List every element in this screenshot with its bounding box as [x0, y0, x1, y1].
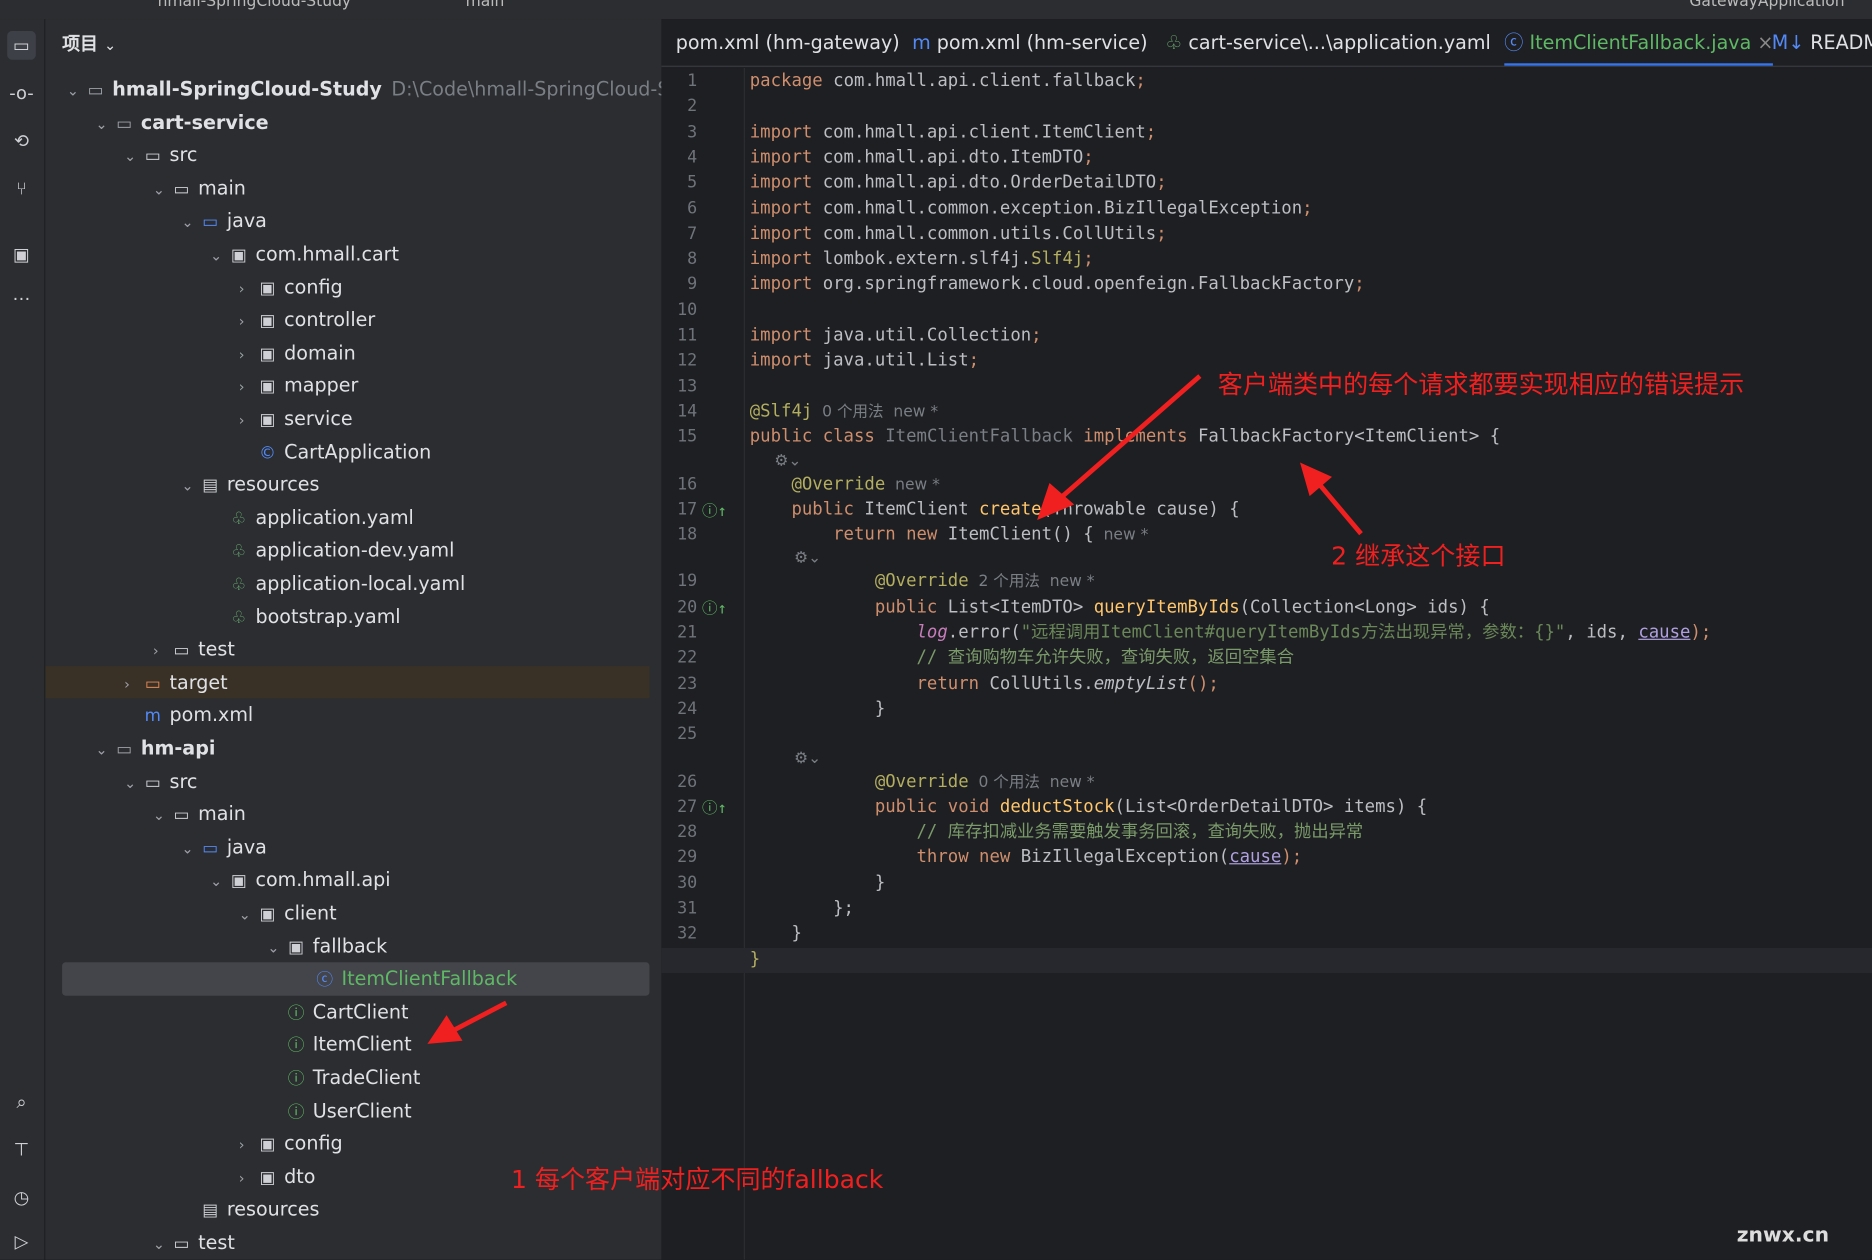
annotation-1: 客户端类中的每个请求都要实现相应的错误提示	[1217, 370, 1745, 399]
annotation-2: 2 继承这个接口	[1331, 542, 1506, 571]
ide-window: hmall-SpringCloud-Study main GatewayAppl…	[0, 0, 1872, 1260]
arrow-to-create	[1055, 374, 1202, 504]
arrowhead	[427, 1015, 463, 1044]
arrow-to-itemclient	[450, 1000, 508, 1034]
annotation-arrows	[427, 374, 1363, 1044]
annotation-3: 1 每个客户端对应不同的fallback	[510, 1165, 884, 1194]
watermark: znwx.cn	[1736, 1223, 1830, 1248]
arrow-to-interface	[1313, 478, 1363, 536]
